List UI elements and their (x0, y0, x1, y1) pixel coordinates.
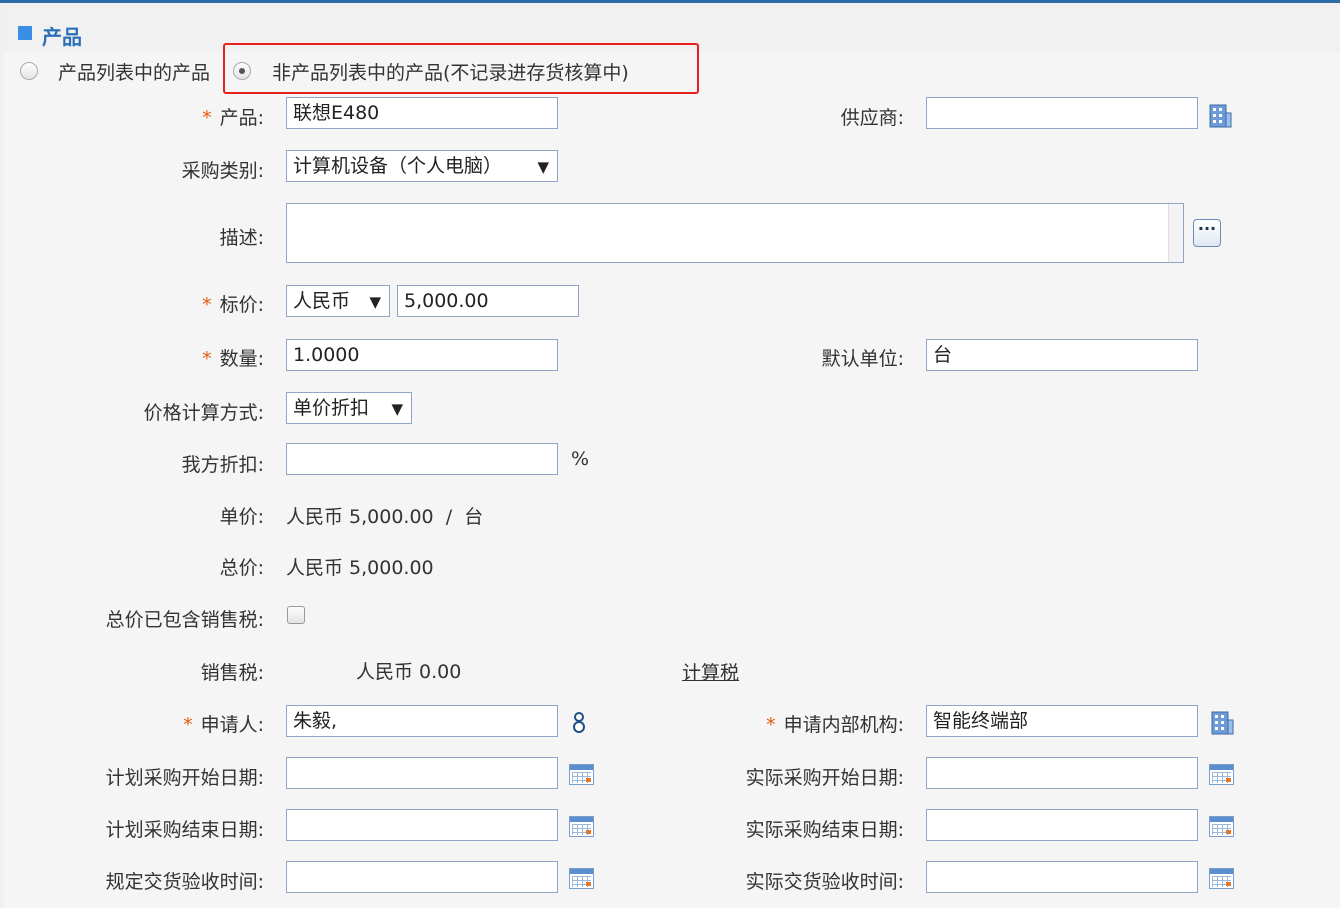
highlight-box (223, 43, 699, 94)
calendar-icon[interactable] (1209, 868, 1234, 889)
tax-included-label: 总价已包含销售税: (105, 609, 264, 631)
actual-start-label: 实际采购开始日期: (745, 767, 904, 789)
default-unit-input[interactable]: 台 (926, 339, 1198, 371)
price-calc-select[interactable]: 单价折扣 ▼ (286, 392, 412, 424)
textarea-scrollbar[interactable] (1168, 204, 1183, 262)
product-label: * 产品: (202, 107, 264, 129)
price-calc-label: 价格计算方式: (143, 402, 264, 424)
list-price-label: * 标价: (202, 294, 264, 316)
unit-price-label: 单价: (219, 506, 264, 528)
chevron-down-icon: ▼ (537, 158, 549, 176)
quantity-input[interactable]: 1.0000 (286, 339, 558, 371)
required-mark: * (202, 294, 212, 316)
actual-end-input[interactable] (926, 809, 1198, 841)
delivery-due-input[interactable] (286, 861, 558, 893)
chevron-down-icon: ▼ (369, 293, 381, 311)
purchase-type-value: 计算机设备（个人电脑） (293, 155, 503, 177)
calendar-icon[interactable] (1209, 816, 1234, 837)
calendar-icon[interactable] (569, 868, 594, 889)
currency-select[interactable]: 人民币 ▼ (286, 285, 390, 317)
supplier-input[interactable] (926, 97, 1198, 129)
total-price-label: 总价: (219, 557, 264, 579)
section-title: 产品 (42, 25, 82, 49)
actual-start-input[interactable] (926, 757, 1198, 789)
plan-start-label: 计划采购开始日期: (105, 767, 264, 789)
percent-suffix: % (571, 448, 590, 470)
applicant-label: * 申请人: (183, 714, 264, 736)
delivery-due-label: 规定交货验收时间: (105, 871, 264, 893)
required-mark: * (183, 714, 193, 736)
building-icon[interactable] (1207, 103, 1233, 129)
delivery-actual-input[interactable] (926, 861, 1198, 893)
required-mark: * (766, 714, 776, 736)
delivery-actual-label: 实际交货验收时间: (745, 871, 904, 893)
actual-end-label: 实际采购结束日期: (745, 819, 904, 841)
our-discount-label: 我方折扣: (181, 454, 264, 476)
radio-product-list[interactable] (20, 62, 38, 80)
description-textarea[interactable] (286, 203, 1184, 263)
product-input[interactable]: 联想E480 (286, 97, 558, 129)
currency-value: 人民币 (293, 290, 351, 312)
total-price-value: 人民币 5,000.00 (286, 557, 434, 579)
required-mark: * (202, 107, 212, 129)
calendar-icon[interactable] (1209, 764, 1234, 785)
applicant-input[interactable]: 朱毅, (286, 705, 558, 737)
list-price-input[interactable]: 5,000.00 (397, 285, 579, 317)
plan-end-input[interactable] (286, 809, 558, 841)
chevron-down-icon: ▼ (391, 400, 403, 418)
calculate-tax-link[interactable]: 计算税 (682, 658, 739, 685)
calendar-icon[interactable] (569, 764, 594, 785)
plan-end-label: 计划采购结束日期: (105, 819, 264, 841)
purchase-type-label: 采购类别: (181, 160, 264, 182)
building-icon[interactable] (1209, 710, 1235, 736)
our-discount-input[interactable] (286, 443, 558, 475)
price-calc-value: 单价折扣 (293, 397, 370, 419)
required-mark: * (202, 348, 212, 370)
sales-tax-value: 人民币 0.00 (356, 661, 462, 683)
radio-product-list-label: 产品列表中的产品 (58, 62, 211, 84)
department-label: * 申请内部机构: (766, 714, 904, 736)
section-square-icon (18, 26, 32, 40)
tax-included-checkbox[interactable] (287, 606, 305, 624)
user-icon[interactable] (570, 711, 588, 733)
department-input[interactable]: 智能终端部 (926, 705, 1198, 737)
default-unit-label: 默认单位: (821, 348, 904, 370)
unit-price-value: 人民币 5,000.00 / 台 (286, 506, 484, 528)
more-button[interactable]: ··· (1193, 219, 1221, 247)
description-label: 描述: (219, 227, 264, 249)
plan-start-input[interactable] (286, 757, 558, 789)
purchase-type-select[interactable]: 计算机设备（个人电脑） ▼ (286, 150, 558, 182)
product-form: 产品列表中的产品 非产品列表中的产品(不记录进存货核算中) * 产品: 联想E48… (4, 53, 1340, 908)
supplier-label: 供应商: (840, 107, 904, 129)
sales-tax-label: 销售税: (200, 662, 264, 684)
quantity-label: * 数量: (202, 348, 264, 370)
calendar-icon[interactable] (569, 816, 594, 837)
